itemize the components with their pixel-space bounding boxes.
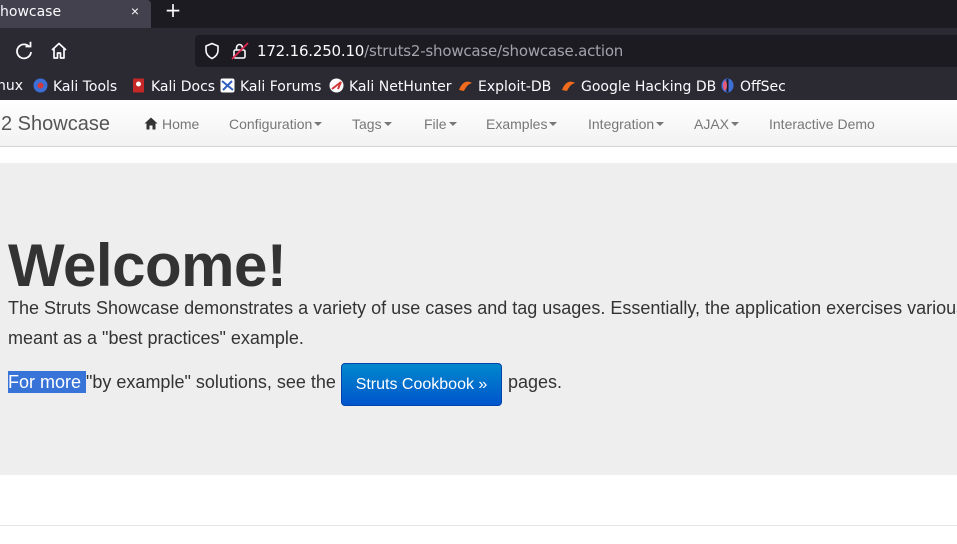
struts-cookbook-button[interactable]: Struts Cookbook »	[341, 363, 502, 406]
menu-label: Tags	[352, 116, 382, 132]
menu-home-label: Home	[162, 116, 200, 132]
bookmark-label: Kali NetHunter	[349, 79, 452, 95]
bookmark-kali-linux[interactable]: nux	[0, 78, 23, 96]
cookbook-sentence-text: "by example" solutions, see the	[86, 372, 336, 392]
bookmarks-bar: nux Kali Tools Kali Docs Kali Forums Kal…	[0, 74, 957, 100]
site-navbar: 2 Showcase Home Configuration Tags File …	[0, 100, 957, 147]
kali-docs-icon	[131, 78, 146, 93]
menu-label: Integration	[588, 116, 655, 132]
bookmark-kali-forums[interactable]: Kali Forums	[220, 78, 321, 96]
home-icon	[144, 117, 158, 133]
menu-file[interactable]: File	[424, 116, 457, 132]
menu-label: Configuration	[229, 116, 313, 132]
kali-tools-icon	[33, 78, 48, 93]
cookbook-sentence: For more "by example" solutions, see the	[8, 371, 336, 393]
caret-down-icon	[448, 122, 457, 126]
bookmark-label: Kali Docs	[151, 79, 216, 95]
caret-down-icon	[314, 122, 323, 126]
new-tab-button[interactable]: +	[163, 0, 183, 20]
caret-down-icon	[731, 122, 740, 126]
bookmark-ghdb[interactable]: Google Hacking DB	[561, 78, 716, 96]
insecure-lock-icon[interactable]	[230, 41, 250, 66]
bookmark-label: Google Hacking DB	[581, 79, 717, 95]
tab-title: howcase	[0, 4, 62, 20]
close-tab-icon[interactable]: ×	[126, 2, 144, 20]
url-bar[interactable]: 172.16.250.10/struts2-showcase/showcase.…	[195, 35, 957, 67]
bookmark-label: Kali Tools	[53, 79, 118, 95]
menu-label: Examples	[486, 116, 548, 132]
menu-home[interactable]: Home	[144, 116, 199, 133]
bookmark-offsec[interactable]: OffSec	[720, 78, 786, 96]
bookmark-kali-docs[interactable]: Kali Docs	[131, 78, 215, 96]
hero-unit: Welcome! The Struts Showcase demonstrate…	[0, 163, 957, 475]
offsec-icon	[720, 78, 735, 93]
bookmark-exploit-db[interactable]: Exploit-DB	[458, 78, 551, 96]
selected-text: For more	[8, 371, 87, 393]
menu-integration[interactable]: Integration	[588, 116, 665, 132]
menu-ajax[interactable]: AJAX	[694, 116, 740, 132]
bookmark-label: Kali Forums	[240, 79, 322, 95]
site-brand[interactable]: 2 Showcase	[1, 113, 110, 136]
menu-interactive-demo[interactable]: Interactive Demo	[769, 116, 875, 132]
browser-nav-bar: 172.16.250.10/struts2-showcase/showcase.…	[0, 28, 957, 74]
url-path: /struts2-showcase/showcase.action	[364, 42, 624, 60]
menu-label: Interactive Demo	[769, 116, 875, 132]
pages-text: pages.	[508, 372, 563, 392]
menu-examples[interactable]: Examples	[486, 116, 558, 132]
kali-nethunter-icon	[329, 78, 344, 93]
footer-divider	[0, 525, 957, 526]
menu-configuration[interactable]: Configuration	[229, 116, 323, 132]
browser-tab-bar: howcase × +	[0, 0, 957, 28]
description-line-2: meant as a "best practices" example.	[8, 328, 304, 348]
welcome-heading: Welcome!	[8, 232, 287, 299]
description-line-1: The Struts Showcase demonstrates a varie…	[8, 298, 957, 318]
web-page: 2 Showcase Home Configuration Tags File …	[0, 100, 957, 544]
url-text[interactable]: 172.16.250.10/struts2-showcase/showcase.…	[257, 42, 623, 60]
bookmark-label: Exploit-DB	[478, 79, 552, 95]
bookmark-kali-tools[interactable]: Kali Tools	[33, 78, 117, 96]
tracking-shield-icon[interactable]	[203, 42, 221, 65]
bookmark-label: nux	[0, 78, 24, 94]
browser-tab[interactable]: howcase ×	[0, 0, 151, 28]
reload-icon[interactable]	[13, 40, 35, 62]
home-icon[interactable]	[48, 40, 70, 62]
caret-down-icon	[549, 122, 558, 126]
bookmark-kali-nethunter[interactable]: Kali NetHunter	[329, 78, 451, 96]
caret-down-icon	[656, 122, 665, 126]
caret-down-icon	[383, 122, 392, 126]
ghdb-icon	[561, 78, 576, 93]
menu-label: AJAX	[694, 116, 730, 132]
exploit-db-icon	[458, 78, 473, 93]
menu-tags[interactable]: Tags	[352, 116, 392, 132]
url-host: 172.16.250.10	[257, 42, 365, 60]
kali-forums-icon	[220, 78, 235, 93]
menu-label: File	[424, 116, 447, 132]
bookmark-label: OffSec	[740, 79, 786, 95]
